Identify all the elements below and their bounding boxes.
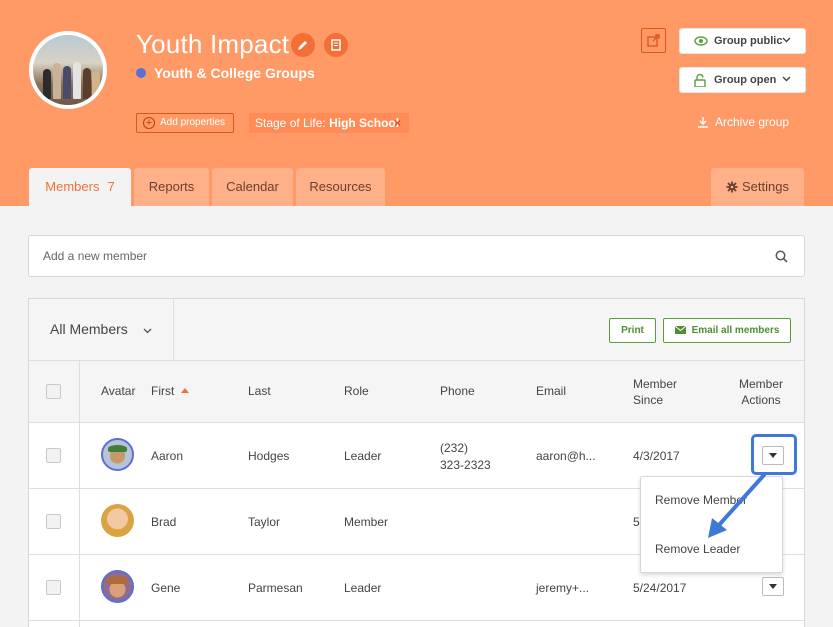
annotation-arrow (708, 473, 766, 538)
